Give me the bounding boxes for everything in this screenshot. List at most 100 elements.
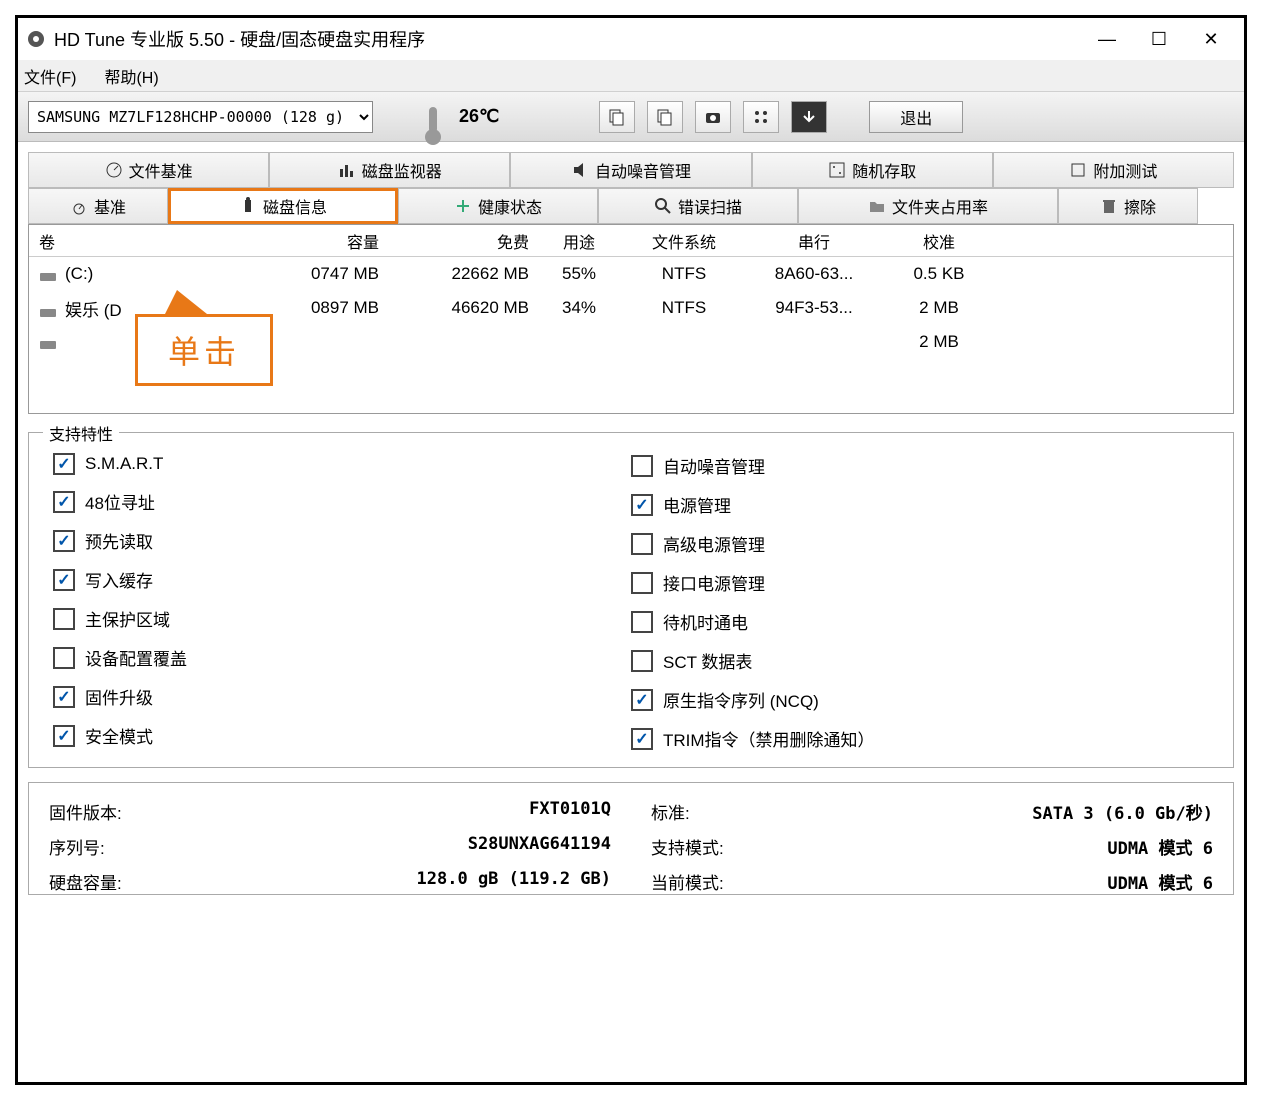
plus-icon [454,197,472,215]
detail-label: 序列号: [49,834,169,859]
feature-label: 设备配置覆盖 [85,645,187,670]
feature-label: 主保护区域 [85,606,170,631]
drive-select[interactable]: SAMSUNG MZ7LF128HCHP-00000 (128 g) [28,101,373,133]
menu-file[interactable]: 文件(F) [24,64,76,88]
tab-health[interactable]: 健康状态 [398,188,598,224]
screenshot-button[interactable] [695,101,731,133]
exit-button[interactable]: 退出 [869,101,963,133]
tab-file-benchmark[interactable]: 文件基准 [28,152,269,188]
detail-row: 序列号:S28UNXAG641194 [49,834,611,859]
main-area: 文件基准 磁盘监视器 自动噪音管理 随机存取 附加测试 [18,142,1244,1082]
feature-item: 设备配置覆盖 [53,645,631,670]
feature-label: 固件升级 [85,684,153,709]
checkbox-icon[interactable] [53,725,75,747]
tab-label: 错误扫描 [678,194,742,218]
tab-disk-info[interactable]: 磁盘信息 [168,188,398,224]
feature-item: 安全模式 [53,723,631,748]
save-button[interactable] [791,101,827,133]
menu-help[interactable]: 帮助(H) [104,64,158,88]
features-groupbox: 支持特性 S.M.A.R.T48位寻址预先读取写入缓存主保护区域设备配置覆盖固件… [28,432,1234,768]
maximize-button[interactable]: ☐ [1134,23,1184,55]
feature-item: 48位寻址 [53,489,631,514]
feature-item: 自动噪音管理 [631,453,1209,478]
feature-item: 预先读取 [53,528,631,553]
tab-extra-tests[interactable]: 附加测试 [993,152,1234,188]
volume-capacity: 0747 MB [229,264,399,284]
magnifier-icon [654,197,672,215]
checkbox-icon[interactable] [53,686,75,708]
volume-serial: 94F3-53... [759,298,889,318]
tab-error-scan[interactable]: 错误扫描 [598,188,798,224]
volume-cluster: 2 MB [889,332,1009,352]
feature-label: 安全模式 [85,723,153,748]
checkbox-icon[interactable] [631,689,653,711]
temperature-value: 26℃ [459,106,499,127]
checkbox-icon[interactable] [631,455,653,477]
close-button[interactable]: ✕ [1186,23,1236,55]
detail-row: 支持模式:UDMA 模式 6 [651,834,1213,859]
feature-item: 接口电源管理 [631,570,1209,595]
feature-label: S.M.A.R.T [85,454,163,474]
checkbox-icon[interactable] [631,572,653,594]
monitor-icon [338,161,356,179]
feature-label: TRIM指令（禁用删除通知） [663,726,875,751]
feature-item: 固件升级 [53,684,631,709]
col-serial: 串行 [759,229,889,253]
checkbox-icon[interactable] [631,650,653,672]
extra-icon [1069,161,1087,179]
copy-text-button[interactable] [599,101,635,133]
feature-label: 预先读取 [85,528,153,553]
drive-icon [39,268,57,282]
file-bench-icon [105,161,123,179]
table-row[interactable]: (C:)0747 MB22662 MB55%NTFS8A60-63...0.5 … [29,257,1233,291]
checkbox-icon[interactable] [53,530,75,552]
checkbox-icon[interactable] [631,611,653,633]
feature-label: SCT 数据表 [663,648,752,673]
detail-value: SATA 3 (6.0 Gb/秒) [771,799,1213,824]
feature-item: S.M.A.R.T [53,453,631,475]
detail-row: 硬盘容量:128.0 gB (119.2 GB) [49,869,611,894]
volume-label: 娱乐 (D [65,301,122,320]
checkbox-icon[interactable] [631,533,653,555]
tab-label: 文件基准 [129,158,193,182]
volume-cluster: 2 MB [889,298,1009,318]
col-usage: 用途 [549,229,629,253]
checkbox-icon[interactable] [53,453,75,475]
feature-item: 高级电源管理 [631,531,1209,556]
tab-aam[interactable]: 自动噪音管理 [510,152,751,188]
detail-value: UDMA 模式 6 [771,869,1213,894]
tab-folder-usage[interactable]: 文件夹占用率 [798,188,1058,224]
checkbox-icon[interactable] [53,491,75,513]
tab-container: 文件基准 磁盘监视器 自动噪音管理 随机存取 附加测试 [28,152,1234,224]
tab-label: 磁盘监视器 [362,158,442,182]
tab-random-access[interactable]: 随机存取 [752,152,993,188]
tab-disk-monitor[interactable]: 磁盘监视器 [269,152,510,188]
col-capacity: 容量 [229,229,399,253]
detail-label: 支持模式: [651,834,771,859]
annotation-callout: 单击 [135,290,273,386]
col-free: 免费 [399,229,549,253]
detail-value: S28UNXAG641194 [169,834,611,859]
minimize-button[interactable]: — [1082,23,1132,55]
volume-free: 22662 MB [399,264,549,284]
tab-erase[interactable]: 擦除 [1058,188,1198,224]
tab-label: 基准 [94,194,126,218]
copy-info-button[interactable] [647,101,683,133]
feature-label: 原生指令序列 (NCQ) [663,687,819,712]
app-window: HD Tune 专业版 5.50 - 硬盘/固态硬盘实用程序 — ☐ ✕ 文件(… [15,15,1247,1085]
detail-label: 标准: [651,799,771,824]
options-button[interactable] [743,101,779,133]
checkbox-icon[interactable] [631,494,653,516]
col-cluster: 校准 [889,229,1009,253]
tab-benchmark[interactable]: 基准 [28,188,168,224]
volume-usage: 34% [549,298,629,318]
detail-value: FXT0101Q [169,799,611,824]
volume-free: 46620 MB [399,298,549,318]
checkbox-icon[interactable] [53,569,75,591]
volume-fs: NTFS [629,264,759,284]
checkbox-icon[interactable] [53,647,75,669]
feature-label: 电源管理 [663,492,731,517]
checkbox-icon[interactable] [53,608,75,630]
speaker-icon [571,161,589,179]
checkbox-icon[interactable] [631,728,653,750]
